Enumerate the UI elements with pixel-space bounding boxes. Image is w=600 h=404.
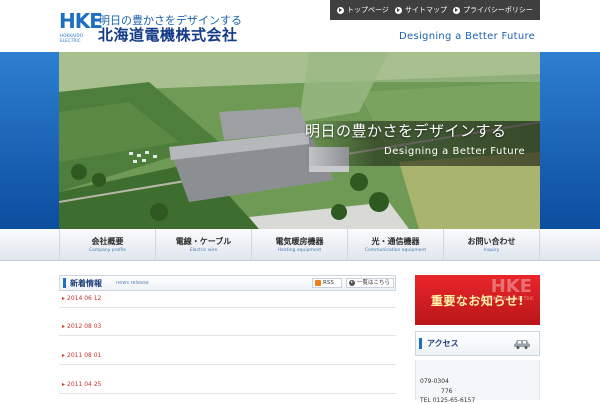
- topnav-item-privacy[interactable]: プライバシーポリシー: [453, 5, 533, 15]
- gnav-sublabel: Electric wire: [189, 248, 218, 253]
- news-list-button[interactable]: 一覧はこちら: [346, 278, 394, 288]
- address-phone: TEL 0125-65-6157: [420, 397, 476, 404]
- company-name[interactable]: 北海道電機株式会社: [98, 26, 238, 44]
- gnav-sublabel: Inquiry: [483, 248, 500, 253]
- site-header: HKE HOKKAIDO ELECTRIC 明日の豊かさをデザインする 北海道電…: [0, 0, 600, 52]
- address-postal-code: 079-0304: [420, 378, 449, 385]
- address-street: 776: [441, 388, 453, 395]
- news-item: 2011 04 25: [59, 380, 396, 394]
- topnav-item-top[interactable]: トップページ: [337, 5, 389, 15]
- news-item: 2014 06 12: [59, 294, 396, 308]
- news-item-date[interactable]: 2014 06 12: [62, 295, 101, 302]
- news-header-accent: [63, 278, 66, 288]
- news-header: 新着情報 news release RSS 一覧はこちら: [59, 275, 396, 291]
- circle-arrow-icon: [453, 6, 461, 14]
- company-logo[interactable]: HKE HOKKAIDO ELECTRIC: [59, 10, 103, 44]
- news-item: 2011 08 01: [59, 351, 396, 365]
- gnav-item-heating[interactable]: 電気暖房機器 Heating equipment: [251, 229, 347, 261]
- hero-title-jp: 明日の豊かさをデザインする: [305, 122, 507, 140]
- circle-arrow-icon: [349, 280, 355, 286]
- gnav-label: お問い合わせ: [467, 237, 516, 246]
- rss-icon: [315, 280, 321, 286]
- utility-nav: トップページ サイトマップ プライバシーポリシー: [330, 0, 540, 20]
- access-label: アクセス: [427, 339, 459, 348]
- gnav-item-inquiry[interactable]: お問い合わせ Inquiry: [443, 229, 540, 261]
- topnav-item-sitemap[interactable]: サイトマップ: [394, 5, 447, 15]
- rss-label: RSS: [323, 280, 334, 286]
- gnav-label: 会社概要: [91, 237, 124, 246]
- rss-button[interactable]: RSS: [312, 278, 342, 288]
- gnav-label: 電気暖房機器: [275, 237, 324, 246]
- gnav-label: 光・通信機器: [371, 237, 420, 246]
- topnav-label: プライバシーポリシー: [463, 6, 533, 14]
- gnav-label: 電線・ケーブル: [175, 237, 232, 246]
- gnav-sublabel: Heating equipment: [277, 248, 322, 253]
- gnav-item-company[interactable]: 会社概要 Company profile: [59, 229, 155, 261]
- circle-arrow-icon: [337, 6, 345, 14]
- hero-title-en: Designing a Better Future: [384, 146, 526, 157]
- topnav-label: サイトマップ: [404, 6, 447, 14]
- access-header-accent: [419, 338, 422, 349]
- gnav-item-wire[interactable]: 電線・ケーブル Electric wire: [155, 229, 251, 261]
- topnav-label: トップページ: [347, 6, 389, 14]
- logo-mark-text: HKE: [59, 9, 103, 33]
- news-item-date[interactable]: 2012 08 03: [62, 323, 101, 330]
- news-item-date[interactable]: 2011 08 01: [62, 352, 101, 359]
- gnav-sublabel: Company profile: [88, 248, 127, 253]
- news-title: 新着情報: [70, 279, 102, 288]
- global-nav: 会社概要 Company profile 電線・ケーブル Electric wi…: [59, 229, 540, 261]
- news-subtitle: news release: [116, 280, 149, 286]
- access-header[interactable]: アクセス: [415, 331, 540, 356]
- news-item: 2012 08 03: [59, 322, 396, 336]
- gnav-sublabel: Communication equipment: [364, 248, 427, 253]
- hero-image: 明日の豊かさをデザインする Designing a Better Future: [59, 52, 540, 229]
- car-icon: [514, 340, 530, 349]
- gnav-item-communication[interactable]: 光・通信機器 Communication equipment: [347, 229, 443, 261]
- header-slogan: Designing a Better Future: [399, 31, 536, 42]
- notice-label: 重要なお知らせ!: [430, 293, 525, 308]
- logo-sub-text: HOKKAIDO ELECTRIC: [60, 33, 84, 43]
- circle-arrow-icon: [394, 6, 402, 14]
- important-notice-banner[interactable]: HKE HOKKAIDO ELECTRIC 重要なお知らせ!: [415, 275, 540, 325]
- news-list-label: 一覧はこちら: [357, 280, 391, 286]
- news-item-date[interactable]: 2011 04 25: [62, 381, 101, 388]
